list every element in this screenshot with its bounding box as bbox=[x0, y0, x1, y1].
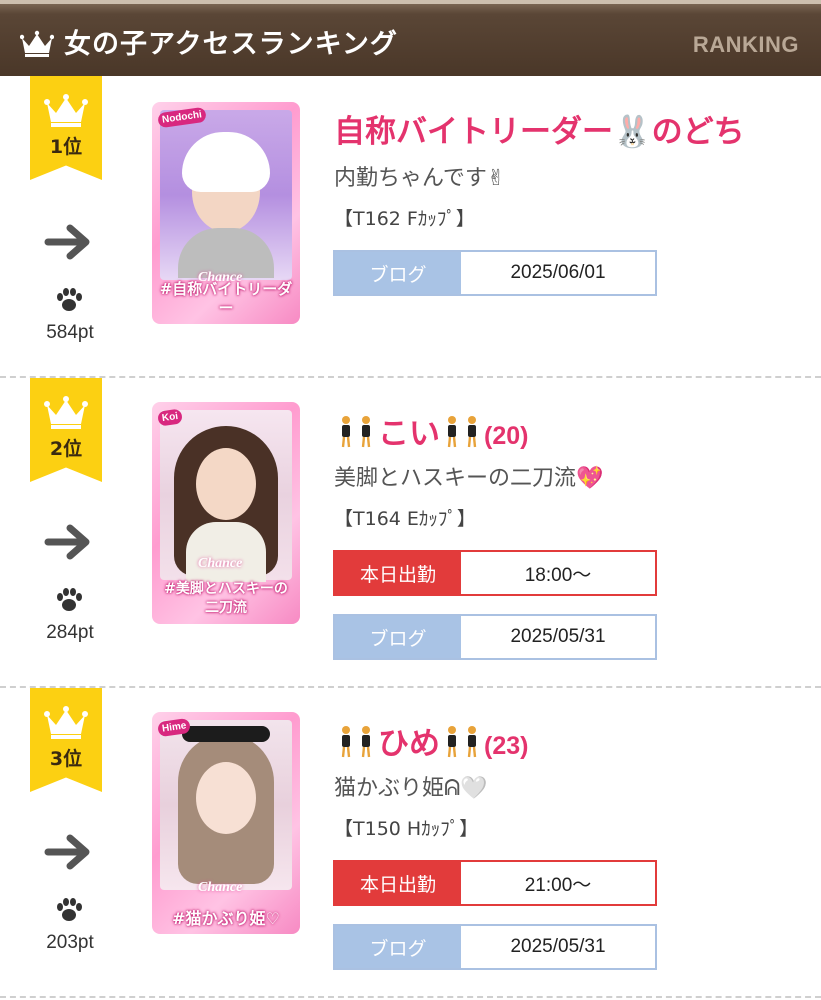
rank-badge: 2位 bbox=[30, 378, 102, 482]
blog-date: 2025/06/01 bbox=[461, 252, 655, 294]
arrow-right-icon bbox=[44, 224, 90, 260]
points-value: 284pt bbox=[46, 622, 94, 643]
blog-label: ブログ bbox=[335, 616, 461, 658]
divider bbox=[0, 996, 821, 998]
profile-photo[interactable]: Koi Chance #美脚とハスキーの二刀流 bbox=[152, 402, 300, 624]
points-value: 203pt bbox=[46, 932, 94, 953]
crown-icon bbox=[44, 94, 88, 127]
ranking-header: 女の子アクセスランキング RANKING bbox=[0, 0, 821, 76]
photo-brand: Chance bbox=[198, 556, 243, 571]
catch-copy: 美脚とハスキーの二刀流💖 bbox=[334, 466, 604, 491]
dancers-icon bbox=[341, 726, 371, 758]
rank-badge: 1位 bbox=[30, 76, 102, 180]
profile-photo[interactable]: Nodochi Chance #自称バイトリーダー bbox=[152, 102, 300, 324]
girl-age: (23) bbox=[484, 732, 529, 760]
paw-icon bbox=[57, 288, 82, 311]
body-spec: 【T162 Fｶｯﾌﾟ】 bbox=[334, 208, 475, 230]
points-value: 584pt bbox=[46, 322, 94, 343]
catch-copy: 内勤ちゃんです✌ bbox=[334, 166, 506, 191]
blog-date: 2025/05/31 bbox=[461, 926, 655, 968]
body-spec: 【T150 Hｶｯﾌﾟ】 bbox=[334, 818, 479, 840]
blog-link[interactable]: ブログ 2025/05/31 bbox=[333, 924, 657, 970]
girl-age: (20) bbox=[484, 422, 529, 450]
crown-icon bbox=[44, 706, 88, 739]
ranking-tag: RANKING bbox=[692, 32, 799, 57]
crown-icon bbox=[44, 396, 88, 429]
blog-date: 2025/05/31 bbox=[461, 616, 655, 658]
paw-icon bbox=[57, 588, 82, 611]
work-schedule[interactable]: 本日出勤 21:00〜 bbox=[333, 860, 657, 906]
ranking-entry[interactable]: 3位 203pt Hime Chance #猫かぶり姫♡ ひめ (23) 猫かぶ… bbox=[0, 688, 821, 1000]
photo-hashtag: #自称バイトリーダー bbox=[159, 280, 293, 317]
arrow-right-icon bbox=[44, 524, 90, 560]
work-label: 本日出勤 bbox=[335, 862, 461, 904]
paw-icon bbox=[57, 898, 82, 921]
girl-name-text: こい bbox=[378, 416, 440, 452]
rank-label: 3位 bbox=[49, 748, 83, 770]
photo-hashtag: #猫かぶり姫♡ bbox=[172, 909, 280, 928]
dancers-icon bbox=[341, 416, 371, 448]
photo-brand: Chance bbox=[198, 880, 243, 895]
blog-label: ブログ bbox=[335, 252, 461, 294]
body-spec: 【T164 Eｶｯﾌﾟ】 bbox=[334, 508, 476, 530]
catch-copy: 猫かぶり姫ᕱ🤍 bbox=[334, 776, 488, 801]
girl-name-text: ひめ bbox=[378, 726, 440, 762]
page-title: 女の子アクセスランキング bbox=[64, 29, 398, 60]
girl-name[interactable]: こい (20) bbox=[334, 408, 528, 453]
work-schedule[interactable]: 本日出勤 18:00〜 bbox=[333, 550, 657, 596]
blog-link[interactable]: ブログ 2025/06/01 bbox=[333, 250, 657, 296]
dancers-icon bbox=[447, 726, 477, 758]
dancers-icon bbox=[447, 416, 477, 448]
arrow-right-icon bbox=[44, 834, 90, 870]
girl-name[interactable]: 自称バイトリーダー🐰のどち bbox=[334, 106, 745, 151]
profile-photo[interactable]: Hime Chance #猫かぶり姫♡ bbox=[152, 712, 300, 934]
work-time: 18:00〜 bbox=[461, 552, 655, 594]
blog-label: ブログ bbox=[335, 926, 461, 968]
girl-name-text: 自称バイトリーダー🐰のどち bbox=[334, 114, 745, 150]
blog-link[interactable]: ブログ 2025/05/31 bbox=[333, 614, 657, 660]
ranking-entry[interactable]: 1位 584pt Nodochi Chance #自称バイトリーダー 自称バイト… bbox=[0, 76, 821, 376]
work-label: 本日出勤 bbox=[335, 552, 461, 594]
girl-name[interactable]: ひめ (23) bbox=[334, 718, 528, 763]
crown-icon bbox=[20, 30, 54, 57]
ranking-entry[interactable]: 2位 284pt Koi Chance #美脚とハスキーの二刀流 こい (20)… bbox=[0, 378, 821, 686]
rank-label: 2位 bbox=[49, 438, 83, 460]
rank-badge: 3位 bbox=[30, 688, 102, 792]
work-time: 21:00〜 bbox=[461, 862, 655, 904]
photo-hashtag: #美脚とハスキーの二刀流 bbox=[164, 581, 288, 616]
rank-label: 1位 bbox=[49, 136, 83, 158]
